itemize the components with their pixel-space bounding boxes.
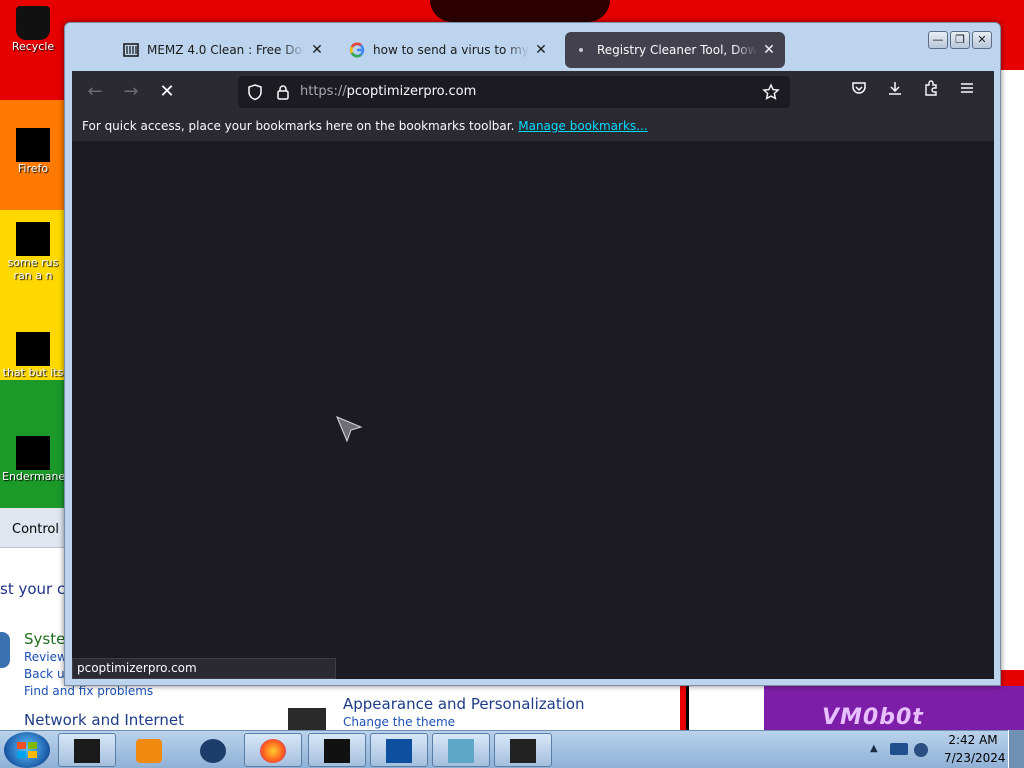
manage-bookmarks-link[interactable]: Manage bookmarks...: [518, 119, 647, 133]
close-icon[interactable]: ✕: [309, 42, 325, 58]
taskbar-item-globe[interactable]: [184, 733, 242, 767]
tab-title: how to send a virus to my friend: [373, 43, 529, 57]
stop-button[interactable]: ✕: [154, 79, 180, 105]
url-text[interactable]: https://pcoptimizerpro.com: [300, 84, 476, 99]
archive-icon: [123, 42, 139, 58]
file-icon: [16, 222, 50, 256]
file-icon: [16, 332, 50, 366]
cube-icon: [448, 739, 474, 763]
control-panel-title: Control: [12, 522, 59, 537]
taskbar-item-phone[interactable]: [370, 733, 428, 767]
desktop-icon-file-1[interactable]: some rus ran a n: [2, 222, 64, 282]
taskbar-item-monitor[interactable]: [308, 733, 366, 767]
file-icon: [16, 436, 50, 470]
google-icon: [349, 42, 365, 58]
back-button[interactable]: ←: [82, 79, 108, 105]
desktop-icon-label: Firefo: [17, 162, 49, 175]
downloads-icon[interactable]: [882, 79, 908, 105]
appearance-icon: [288, 708, 326, 730]
system-security-link[interactable]: Syste: [24, 630, 65, 648]
bookmarks-toolbar: For quick access, place your bookmarks h…: [72, 113, 994, 141]
globe-icon: [200, 739, 226, 763]
tab-title: Registry Cleaner Tool, Download: [597, 43, 757, 57]
tab-bar: MEMZ 4.0 Clean : Free Downlo ✕ how to se…: [65, 23, 1000, 71]
review-status-link[interactable]: Review: [24, 650, 67, 664]
bookmark-star-icon[interactable]: [762, 83, 780, 101]
desktop-icon-firefox[interactable]: Firefo: [2, 128, 64, 175]
window-controls: — ❐ ✕: [928, 31, 992, 49]
url-scheme: https://: [300, 84, 347, 99]
tab-title: MEMZ 4.0 Clean : Free Downlo: [147, 43, 305, 57]
clock-time[interactable]: 2:42 AM: [946, 733, 1000, 747]
tab-registry-cleaner[interactable]: Registry Cleaner Tool, Download ✕: [565, 32, 785, 68]
network-internet-link[interactable]: Network and Internet: [24, 711, 184, 729]
background-image-white: [686, 686, 764, 730]
desktop-icon-file-2[interactable]: that but its: [2, 332, 64, 379]
monitor-icon: [324, 739, 350, 763]
tab-memz[interactable]: MEMZ 4.0 Clean : Free Downlo ✕: [115, 32, 333, 68]
desktop-icon-label: Recycle: [11, 40, 55, 53]
start-button[interactable]: [4, 732, 50, 768]
shield-icon[interactable]: [246, 83, 264, 101]
browser-window: MEMZ 4.0 Clean : Free Downlo ✕ how to se…: [64, 22, 1001, 686]
show-desktop-button[interactable]: [1008, 730, 1024, 768]
watermark-text: VM0b0t: [822, 705, 924, 730]
orange-media-icon: [136, 739, 162, 763]
media-player-icon: [74, 739, 100, 763]
close-icon[interactable]: ✕: [761, 42, 777, 58]
volume-tray-icon[interactable]: [914, 743, 928, 757]
desktop-top-shape: [430, 0, 610, 22]
desktop-icon-label: ran a n: [13, 269, 53, 282]
pocket-icon[interactable]: [846, 79, 872, 105]
firefox-icon: [16, 128, 50, 162]
url-bar[interactable]: https://pcoptimizerpro.com: [238, 76, 790, 108]
browser-content: ← → ✕ https://pcoptimizerpro.com For qui…: [72, 71, 994, 679]
desktop-icon-label: that but its: [2, 366, 64, 379]
tab-google-search[interactable]: how to send a virus to my friend ✕: [341, 32, 557, 68]
background-window-edge: [1000, 70, 1024, 670]
find-fix-problems-link[interactable]: Find and fix problems: [24, 684, 153, 698]
close-icon[interactable]: ✕: [533, 42, 549, 58]
bookmarks-hint-text: For quick access, place your bookmarks h…: [82, 119, 515, 133]
extensions-icon[interactable]: [918, 79, 944, 105]
minimize-button[interactable]: —: [928, 31, 948, 49]
taskbar-item-media-player[interactable]: [58, 733, 116, 767]
menu-icon[interactable]: [954, 79, 980, 105]
taskbar-item-cube[interactable]: [432, 733, 490, 767]
appearance-personalization-link[interactable]: Appearance and Personalization: [343, 695, 585, 713]
lock-icon[interactable]: [274, 83, 292, 101]
url-host: pcoptimizerpro.com: [346, 84, 477, 99]
desktop-icon-recycle-bin[interactable]: Recycle: [2, 6, 64, 53]
status-bar: pcoptimizerpro.com: [72, 658, 336, 679]
taskbar-item-media[interactable]: [120, 733, 178, 767]
desktop-icon-file-3[interactable]: Endermane: [2, 436, 64, 483]
clock-date[interactable]: 7/23/2024: [944, 751, 1006, 765]
control-panel-header: Control: [0, 508, 66, 548]
loading-dot-icon: [573, 42, 589, 58]
close-window-button[interactable]: ✕: [972, 31, 992, 49]
taskbar-item-screen[interactable]: [494, 733, 552, 767]
tray-expand-icon[interactable]: ▲: [870, 743, 878, 754]
restore-button[interactable]: ❐: [950, 31, 970, 49]
firefox-icon: [260, 739, 286, 763]
navigation-toolbar: ← → ✕ https://pcoptimizerpro.com: [72, 71, 994, 113]
windows-logo-icon: [17, 742, 37, 758]
taskbar-item-firefox[interactable]: [244, 733, 302, 767]
desktop-icon-label: some rus: [7, 256, 59, 269]
desktop-icon-label: Endermane: [2, 470, 64, 483]
status-text: pcoptimizerpro.com: [77, 661, 197, 675]
system-security-icon: [0, 632, 10, 668]
network-tray-icon[interactable]: [890, 743, 908, 755]
taskbar: ▲: [0, 730, 1024, 768]
change-theme-link[interactable]: Change the theme: [343, 715, 455, 729]
recycle-bin-icon: [16, 6, 50, 40]
forward-button[interactable]: →: [118, 79, 144, 105]
screen-icon: [510, 739, 536, 763]
phone-icon: [386, 739, 412, 763]
